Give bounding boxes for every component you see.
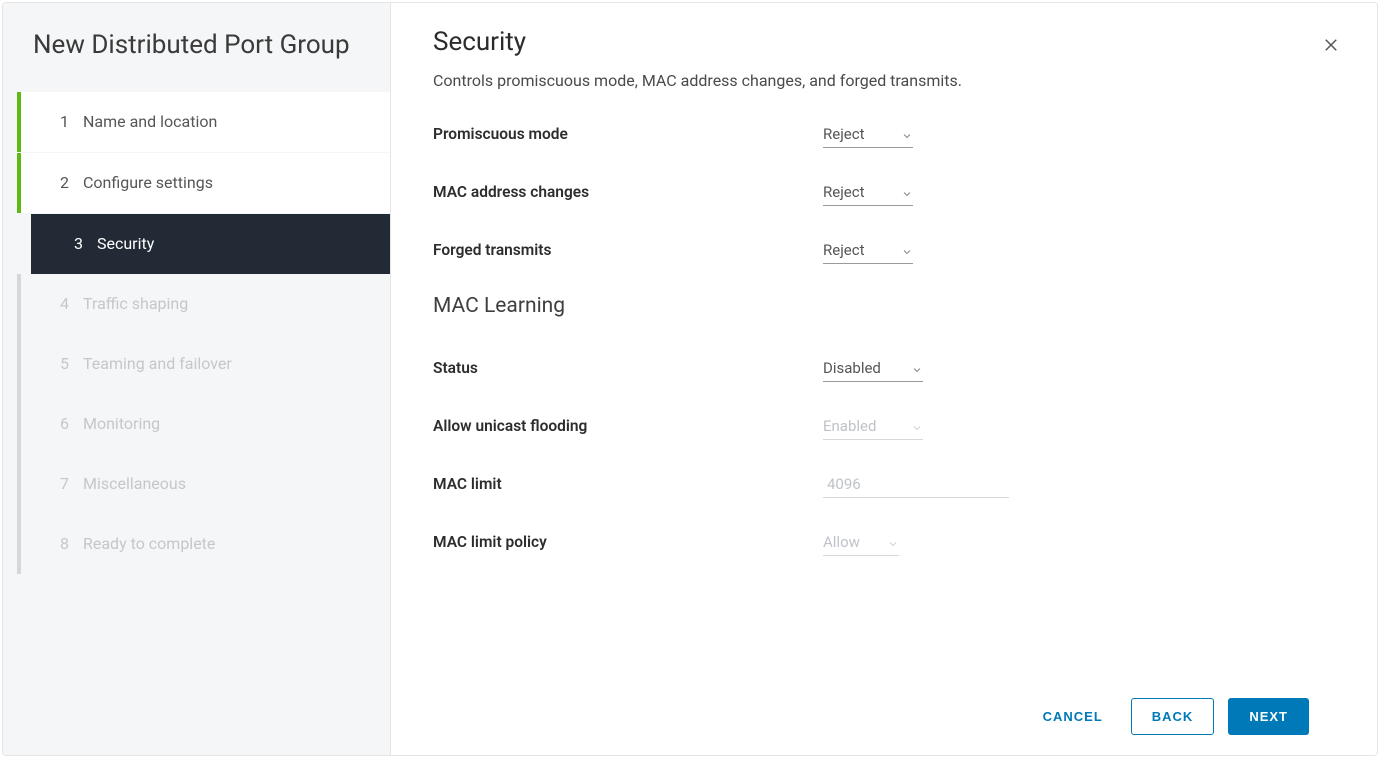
- step-number: 3: [65, 234, 83, 253]
- page-title: Security: [433, 27, 1337, 57]
- select-value: Reject: [823, 241, 893, 259]
- step-label: Miscellaneous: [83, 474, 186, 493]
- wizard-footer: CANCEL BACK NEXT: [433, 684, 1337, 755]
- step-label: Traffic shaping: [83, 294, 188, 313]
- step-label: Security: [97, 234, 154, 253]
- select-status[interactable]: Disabled: [823, 354, 923, 382]
- page-header: Security Controls promiscuous mode, MAC …: [433, 27, 1337, 90]
- select-value: Disabled: [823, 359, 903, 377]
- label-mac-limit: MAC limit: [433, 475, 823, 493]
- chevron-down-icon: [911, 420, 923, 432]
- select-value: Allow: [823, 533, 879, 551]
- step-number: 2: [51, 173, 69, 192]
- step-label: Name and location: [83, 112, 217, 131]
- select-forged-transmits[interactable]: Reject: [823, 236, 913, 264]
- step-label: Teaming and failover: [83, 354, 232, 373]
- wizard-dialog: New Distributed Port Group 1 Name and lo…: [2, 2, 1378, 756]
- chevron-down-icon: [901, 244, 913, 256]
- row-status: Status Disabled: [433, 354, 1337, 382]
- label-mac-address-changes: MAC address changes: [433, 183, 823, 201]
- wizard-steps: 1 Name and location 2 Configure settings…: [3, 92, 390, 574]
- form-area: Promiscuous mode Reject MAC address chan…: [433, 120, 1337, 684]
- step-label: Monitoring: [83, 414, 160, 433]
- select-allow-unicast-flooding: Enabled: [823, 412, 923, 440]
- step-label: Ready to complete: [83, 534, 215, 553]
- input-mac-limit: [823, 470, 1009, 498]
- step-number: 1: [51, 112, 69, 131]
- row-mac-limit-policy: MAC limit policy Allow: [433, 528, 1337, 556]
- select-value: Reject: [823, 183, 893, 201]
- row-mac-limit: MAC limit: [433, 470, 1337, 498]
- wizard-title: New Distributed Port Group: [3, 21, 390, 86]
- chevron-down-icon: [901, 128, 913, 140]
- step-teaming-and-failover[interactable]: 5 Teaming and failover: [17, 334, 390, 394]
- close-button[interactable]: [1317, 33, 1345, 61]
- close-icon: [1322, 36, 1340, 58]
- step-number: 7: [51, 474, 69, 493]
- select-value: Enabled: [823, 417, 903, 435]
- step-configure-settings[interactable]: 2 Configure settings: [17, 153, 390, 213]
- wizard-sidebar: New Distributed Port Group 1 Name and lo…: [3, 3, 391, 755]
- step-name-and-location[interactable]: 1 Name and location: [17, 92, 390, 152]
- label-mac-limit-policy: MAC limit policy: [433, 533, 823, 551]
- step-ready-to-complete[interactable]: 8 Ready to complete: [17, 514, 390, 574]
- select-promiscuous-mode[interactable]: Reject: [823, 120, 913, 148]
- step-number: 6: [51, 414, 69, 433]
- row-mac-address-changes: MAC address changes Reject: [433, 178, 1337, 206]
- next-button[interactable]: NEXT: [1228, 698, 1309, 735]
- chevron-down-icon: [911, 362, 923, 374]
- select-value: Reject: [823, 125, 893, 143]
- label-promiscuous-mode: Promiscuous mode: [433, 125, 823, 143]
- cancel-button[interactable]: CANCEL: [1029, 699, 1117, 734]
- step-number: 4: [51, 294, 69, 313]
- step-number: 8: [51, 534, 69, 553]
- label-status: Status: [433, 359, 823, 377]
- select-mac-limit-policy: Allow: [823, 528, 899, 556]
- label-allow-unicast-flooding: Allow unicast flooding: [433, 417, 823, 435]
- step-security[interactable]: 3 Security: [31, 214, 390, 274]
- label-forged-transmits: Forged transmits: [433, 241, 823, 259]
- select-mac-address-changes[interactable]: Reject: [823, 178, 913, 206]
- back-button[interactable]: BACK: [1131, 698, 1215, 735]
- step-monitoring[interactable]: 6 Monitoring: [17, 394, 390, 454]
- row-promiscuous-mode: Promiscuous mode Reject: [433, 120, 1337, 148]
- section-heading-mac-learning: MAC Learning: [433, 294, 1337, 318]
- step-number: 5: [51, 354, 69, 373]
- chevron-down-icon: [887, 536, 899, 548]
- row-forged-transmits: Forged transmits Reject: [433, 236, 1337, 264]
- step-label: Configure settings: [83, 173, 213, 192]
- chevron-down-icon: [901, 186, 913, 198]
- wizard-content: Security Controls promiscuous mode, MAC …: [391, 3, 1377, 755]
- page-description: Controls promiscuous mode, MAC address c…: [433, 71, 1337, 90]
- step-traffic-shaping[interactable]: 4 Traffic shaping: [17, 274, 390, 334]
- step-miscellaneous[interactable]: 7 Miscellaneous: [17, 454, 390, 514]
- row-allow-unicast-flooding: Allow unicast flooding Enabled: [433, 412, 1337, 440]
